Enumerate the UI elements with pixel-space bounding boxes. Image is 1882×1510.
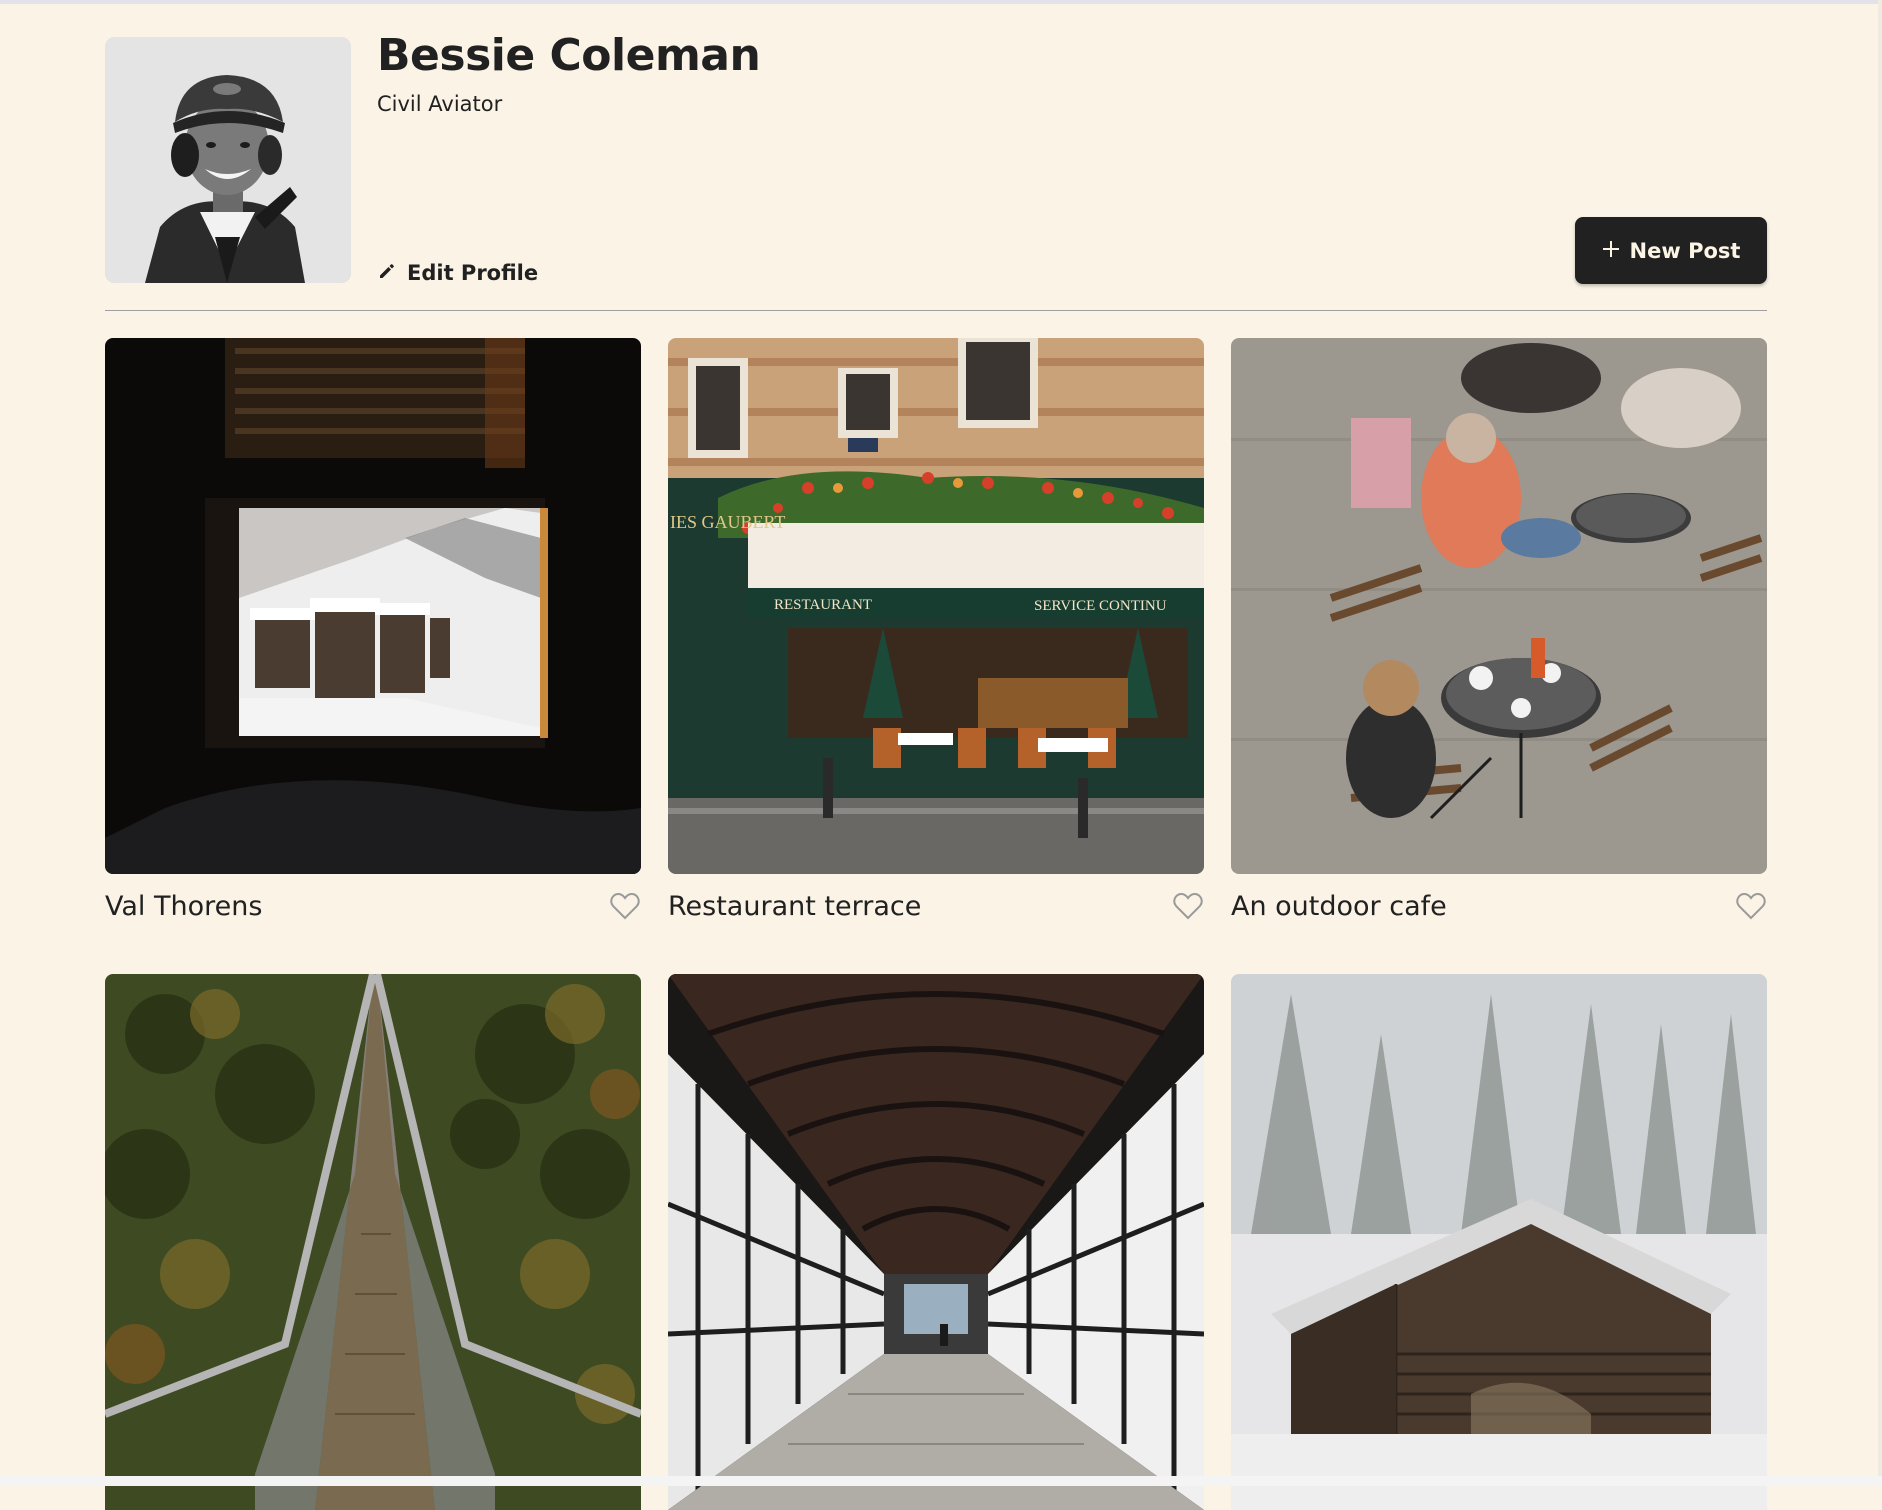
restaurant-sign-left: RESTAURANT [774, 597, 872, 613]
card-caption: An outdoor cafe [1231, 888, 1767, 924]
card-image[interactable] [1231, 974, 1767, 1510]
card-image[interactable]: RESTAURANT SERVICE CONTINU IES GAUBERT [668, 338, 1204, 874]
header-divider [105, 310, 1767, 311]
card: An outdoor cafe [1231, 338, 1767, 924]
avatar-portrait [105, 37, 351, 283]
card-caption: Restaurant terrace [668, 888, 1204, 924]
card-image[interactable] [1231, 338, 1767, 874]
card-image[interactable] [105, 974, 641, 1510]
profile-page: Bessie Coleman Civil Aviator Edit Profil… [0, 0, 1882, 1510]
heart-icon[interactable] [1172, 890, 1204, 922]
avatar [105, 37, 351, 283]
pencil-icon [377, 261, 397, 286]
restaurant-sign-right: SERVICE CONTINU [1034, 598, 1167, 614]
bottom-edge [0, 1476, 1882, 1486]
card-image[interactable] [668, 974, 1204, 1510]
profile-description: Civil Aviator [377, 92, 503, 116]
new-post-label: New Post [1629, 238, 1741, 263]
heart-icon[interactable] [609, 890, 641, 922]
card-title: Val Thorens [105, 890, 263, 922]
top-border [0, 0, 1882, 4]
outdoor-cafe-photo [1231, 338, 1767, 874]
card-title: An outdoor cafe [1231, 890, 1447, 922]
heart-icon[interactable] [1735, 890, 1767, 922]
restaurant-name: IES GAUBERT [670, 512, 785, 532]
plus-icon [1602, 239, 1620, 263]
profile-name: Bessie Coleman [377, 30, 761, 81]
card-caption: Val Thorens [105, 888, 641, 924]
card: RESTAURANT SERVICE CONTINU IES GAUBERT R… [668, 338, 1204, 924]
restaurant-photo: RESTAURANT SERVICE CONTINU IES GAUBERT [668, 338, 1204, 874]
snowy-cabin-photo [1231, 974, 1767, 1510]
glass-corridor-photo [668, 974, 1204, 1510]
edit-profile-label: Edit Profile [407, 261, 539, 285]
suspension-bridge-photo [105, 974, 641, 1510]
scrollbar-track[interactable] [1878, 0, 1882, 1476]
card [1231, 974, 1767, 1510]
window-mountain-photo [105, 338, 641, 874]
card [105, 974, 641, 1510]
card [668, 974, 1204, 1510]
card-image[interactable] [105, 338, 641, 874]
card-title: Restaurant terrace [668, 890, 922, 922]
new-post-button[interactable]: New Post [1575, 217, 1767, 284]
card: Val Thorens [105, 338, 641, 924]
edit-profile-button[interactable]: Edit Profile [377, 258, 538, 288]
